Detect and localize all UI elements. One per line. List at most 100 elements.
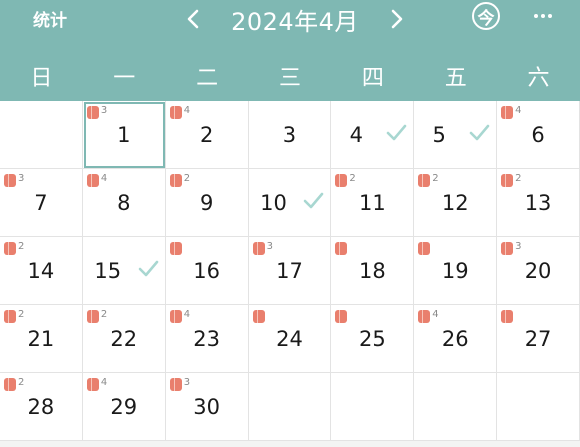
day-number: 12: [441, 191, 469, 215]
day-number: 27: [524, 327, 552, 351]
calendar-day-cell[interactable]: 48: [82, 169, 166, 237]
record-count: 2: [432, 173, 439, 184]
day-number: 20: [524, 259, 552, 283]
day-number: 6: [531, 123, 545, 147]
record-count: 2: [183, 173, 191, 184]
calendar-day-cell[interactable]: 2 13: [497, 169, 580, 237]
record-badge: 4: [86, 173, 108, 187]
month-title[interactable]: 2024年4月: [231, 2, 359, 37]
day-number: 21: [27, 327, 55, 351]
calendar-day-cell[interactable]: 15: [82, 237, 166, 305]
record-badge: [418, 242, 432, 255]
calendar-day-cell[interactable]: 24: [248, 305, 332, 373]
calendar-day-cell[interactable]: 2 12: [414, 169, 498, 237]
calendar-day-cell[interactable]: 31: [82, 101, 166, 169]
weekday-sat: 六: [527, 66, 550, 91]
record-icon: [4, 310, 16, 323]
record-badge: [335, 242, 349, 255]
calendar-grid: 3 1 4 2 3 4 5 4 6 3 7 4 8 2 9 10 2 11 2 12 2 13 2 14 15 16 3 17 18 19…: [0, 101, 580, 441]
day-number: 28: [27, 395, 55, 419]
checkmark-icon: [138, 260, 159, 277]
day-number: 25: [358, 327, 386, 351]
day-number: 13: [524, 191, 552, 215]
calendar-day-cell[interactable]: 2 28: [0, 373, 83, 441]
calendar-day-cell[interactable]: 19: [414, 237, 498, 305]
month-navigator: 2024年4月: [180, 0, 410, 38]
record-icon: [169, 174, 182, 187]
calendar-empty-cell: [248, 373, 332, 441]
record-count: 2: [18, 309, 25, 320]
record-badge: 2: [335, 174, 356, 187]
calendar-day-cell[interactable]: 37: [0, 169, 83, 237]
weekday-wed: 三: [278, 66, 301, 91]
record-icon: [169, 378, 182, 391]
record-badge: 3: [4, 174, 24, 187]
record-icon: [335, 310, 348, 323]
record-icon: [252, 242, 265, 255]
record-badge: 2: [86, 310, 107, 323]
prev-month-button[interactable]: [180, 6, 206, 32]
record-icon: [4, 174, 16, 187]
today-button[interactable]: 今: [472, 2, 500, 30]
record-badge: 4: [169, 310, 190, 323]
day-number: 23: [193, 327, 220, 351]
record-icon: [335, 174, 348, 187]
day-number: 22: [110, 327, 138, 351]
record-badge: [335, 310, 349, 323]
record-badge: 2: [4, 242, 24, 255]
day-number: 30: [193, 395, 220, 419]
calendar-empty-cell: [331, 373, 415, 441]
record-count: 2: [18, 241, 25, 252]
calendar-day-cell[interactable]: 3 30: [165, 373, 249, 441]
record-count: 4: [100, 173, 108, 184]
day-number: 16: [193, 259, 220, 283]
next-month-button[interactable]: [384, 6, 410, 32]
record-badge: 2: [169, 173, 191, 187]
calendar-empty-cell: [414, 373, 498, 441]
record-icon: [418, 310, 431, 323]
day-number: 19: [441, 259, 469, 283]
calendar-day-cell[interactable]: 3 20: [497, 237, 580, 305]
weekday-tue: 二: [196, 66, 219, 91]
calendar-day-cell[interactable]: 2 11: [331, 169, 415, 237]
record-count: 4: [183, 105, 191, 116]
weekday-sun: 日: [30, 66, 53, 91]
calendar-day-cell[interactable]: 2 22: [82, 305, 166, 373]
calendar-day-cell[interactable]: 4 26: [414, 305, 498, 373]
calendar-day-cell[interactable]: 2 21: [0, 305, 83, 373]
record-badge: [169, 242, 184, 255]
record-badge: 3: [169, 377, 191, 391]
checkmark-icon: [304, 192, 324, 209]
calendar-day-cell[interactable]: 27: [497, 305, 580, 373]
calendar-day-cell[interactable]: 4 29: [82, 373, 166, 441]
weekday-thu: 四: [361, 66, 384, 91]
record-badge: 4: [501, 105, 522, 119]
day-number: 1: [117, 123, 131, 147]
day-number: 8: [117, 191, 131, 215]
more-options-button[interactable]: [531, 6, 555, 26]
record-badge: [501, 310, 515, 323]
today-icon-label: 今: [477, 8, 495, 29]
calendar-empty-cell: [0, 101, 83, 169]
record-icon: [4, 378, 16, 391]
day-number: 11: [358, 191, 386, 215]
record-badge: 2: [501, 174, 522, 187]
calendar-day-cell[interactable]: 10: [248, 169, 332, 237]
calendar-day-cell[interactable]: 5: [414, 101, 498, 169]
stats-button[interactable]: 统计: [33, 6, 67, 31]
record-icon: [335, 242, 348, 255]
day-number: 17: [276, 259, 303, 283]
calendar-day-cell[interactable]: 46: [497, 101, 580, 169]
calendar-day-cell[interactable]: 42: [165, 101, 249, 169]
record-count: 3: [183, 377, 191, 388]
calendar-day-cell[interactable]: 4 23: [165, 305, 249, 373]
record-badge: 2: [4, 310, 24, 323]
day-number: 29: [110, 395, 138, 419]
record-icon: [169, 310, 182, 323]
record-count: 4: [515, 105, 522, 116]
calendar-day-cell[interactable]: 16: [165, 237, 249, 305]
calendar-day-cell[interactable]: 18: [331, 237, 415, 305]
calendar-day-cell[interactable]: 25: [331, 305, 415, 373]
calendar-day-cell[interactable]: 3 17: [248, 237, 332, 305]
record-icon: [418, 174, 431, 187]
